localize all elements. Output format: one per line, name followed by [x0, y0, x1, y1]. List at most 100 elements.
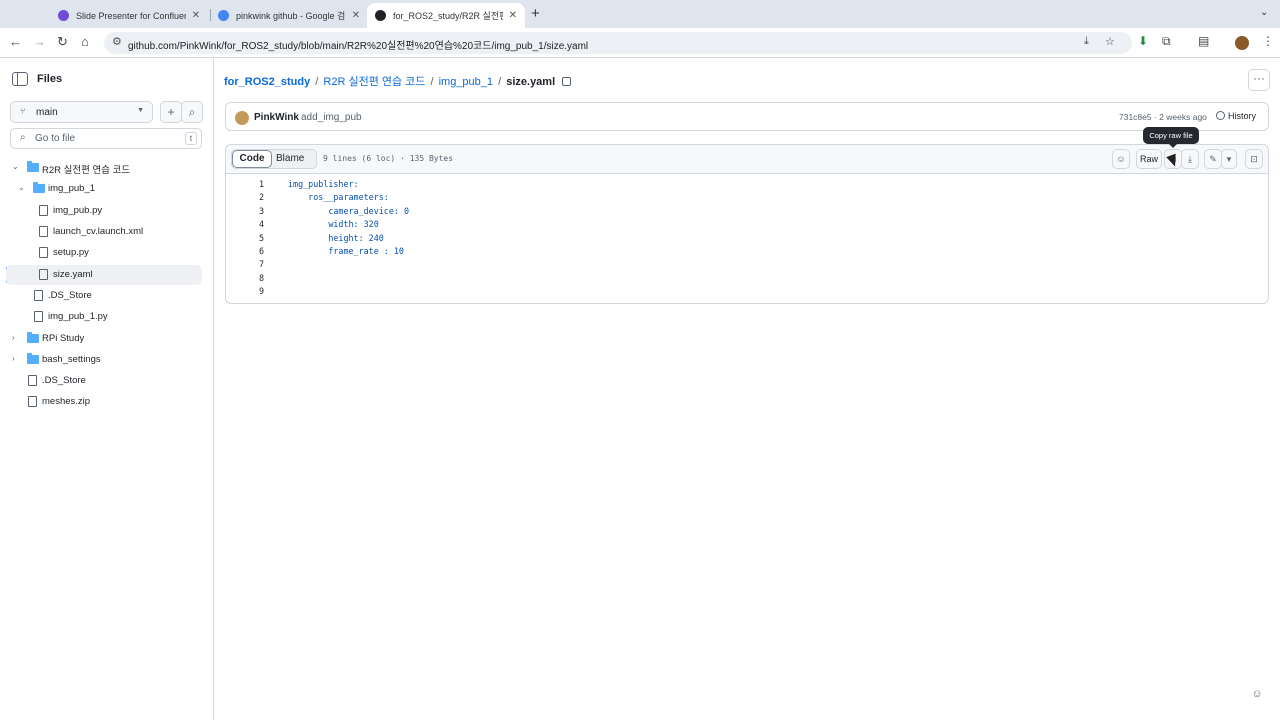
- go-to-file-input[interactable]: ⌕ Go to file t: [10, 128, 202, 149]
- breadcrumb-separator: /: [315, 76, 319, 88]
- tab-title: for_ROS2_study/R2R 실전편 연: [393, 11, 503, 21]
- copy-path-icon[interactable]: [562, 77, 572, 86]
- chevron-down-icon[interactable]: ⌄: [18, 183, 25, 192]
- download-raw-file-icon[interactable]: ⤓: [1181, 149, 1199, 169]
- tree-file-ds-store-root[interactable]: .DS_Store: [6, 371, 202, 391]
- extensions-icon[interactable]: ⧉: [1162, 34, 1171, 49]
- site-info-icon[interactable]: ⚙: [112, 35, 122, 48]
- line-number[interactable]: 8: [244, 273, 264, 283]
- line-number[interactable]: 6: [244, 246, 264, 256]
- tree-item-label: bash_settings: [42, 354, 101, 365]
- copilot-icon[interactable]: ☺: [1112, 149, 1130, 169]
- folder-icon: [27, 353, 39, 364]
- line-number[interactable]: 5: [244, 233, 264, 243]
- breadcrumb-folder-link[interactable]: R2R 실전편 연습 코드: [323, 76, 425, 88]
- edit-pencil-icon[interactable]: ✎: [1204, 149, 1222, 169]
- folder-icon: [33, 182, 45, 193]
- tree-file-img-pub-1-py[interactable]: img_pub_1.py: [6, 307, 202, 327]
- breadcrumb-folder-link[interactable]: img_pub_1: [439, 76, 493, 88]
- browser-menu-icon[interactable]: ⋮: [1262, 34, 1274, 48]
- code-text: frame_rate : 10: [288, 246, 404, 256]
- tab-title: pinkwink github - Google 검색: [236, 11, 346, 21]
- browser-tab-2[interactable]: pinkwink github - Google 검색 ✕: [210, 3, 368, 28]
- tree-file-ds-store[interactable]: .DS_Store: [6, 286, 202, 306]
- tree-folder-bash-settings[interactable]: › bash_settings: [6, 350, 202, 370]
- close-tab-icon[interactable]: ✕: [509, 10, 517, 21]
- tree-file-meshes-zip[interactable]: meshes.zip: [6, 392, 202, 412]
- code-line: 8: [226, 273, 1266, 286]
- search-icon: ⌕: [20, 132, 26, 143]
- tree-item-label: setup.py: [53, 247, 89, 258]
- symbols-panel-icon[interactable]: ⊡: [1245, 149, 1263, 169]
- branch-selector[interactable]: ⑂ main ▼: [10, 101, 153, 123]
- raw-button[interactable]: Raw: [1136, 149, 1162, 169]
- tree-file-img-pub-py[interactable]: img_pub.py: [6, 201, 202, 221]
- tree-item-label: size.yaml: [53, 269, 93, 280]
- line-number[interactable]: 4: [244, 219, 264, 229]
- tree-folder-r2r[interactable]: ⌄ R2R 실전편 연습 코드: [6, 158, 202, 178]
- tab-search-chevron-icon[interactable]: ⌄: [1260, 7, 1268, 18]
- file-tree-sidebar: Files ⑂ main ▼ + ⌕ ⌕ Go to file t ⌄ R2R …: [0, 59, 214, 720]
- history-button[interactable]: History: [1216, 111, 1256, 121]
- file-icon: [39, 226, 48, 237]
- collapse-panel-icon[interactable]: [12, 72, 28, 86]
- file-icon: [39, 205, 48, 216]
- commit-meta[interactable]: 731c8e5 · 2 weeks ago: [1119, 112, 1207, 122]
- tab-blame[interactable]: Blame: [276, 153, 304, 164]
- tree-folder-img-pub-1[interactable]: ⌄ img_pub_1: [6, 179, 202, 199]
- back-icon[interactable]: ←: [9, 34, 22, 49]
- tree-item-label: img_pub.py: [53, 205, 103, 216]
- tab-title: Slide Presenter for Confluenc: [76, 10, 186, 21]
- line-number[interactable]: 3: [244, 206, 264, 216]
- commit-author[interactable]: PinkWink: [254, 112, 299, 123]
- home-icon[interactable]: ⌂: [81, 34, 89, 49]
- line-number[interactable]: 7: [244, 259, 264, 269]
- tree-item-label: .DS_Store: [42, 375, 86, 386]
- google-favicon-icon: [218, 10, 229, 21]
- side-panel-icon[interactable]: ▤: [1198, 34, 1209, 48]
- commit-message[interactable]: add_img_pub: [301, 112, 362, 123]
- line-number[interactable]: 2: [244, 192, 264, 202]
- tree-file-launch-cv[interactable]: launch_cv.launch.xml: [6, 222, 202, 242]
- close-tab-icon[interactable]: ✕: [352, 10, 360, 21]
- profile-avatar[interactable]: [1235, 36, 1249, 50]
- tree-folder-rpi-study[interactable]: › RPi Study: [6, 329, 202, 349]
- tree-file-setup-py[interactable]: setup.py: [6, 243, 202, 263]
- history-label: History: [1228, 111, 1257, 121]
- tree-item-label: meshes.zip: [42, 396, 91, 407]
- browser-tab-bar: Slide Presenter for Confluenc ✕ pinkwink…: [0, 0, 1280, 28]
- add-file-button[interactable]: +: [160, 101, 182, 123]
- new-tab-icon[interactable]: +: [531, 5, 540, 22]
- author-avatar[interactable]: [235, 111, 249, 125]
- url-bar[interactable]: ⚙ github.com/PinkWink/for_ROS2_study/blo…: [104, 32, 1132, 54]
- search-button[interactable]: ⌕: [181, 101, 203, 123]
- tab-code[interactable]: Code: [232, 150, 272, 168]
- browser-tab-3[interactable]: for_ROS2_study/R2R 실전편 연 ✕: [367, 3, 525, 28]
- download-icon[interactable]: ⬇: [1138, 34, 1148, 48]
- code-line: 7: [226, 259, 1266, 272]
- tree-item-label: RPi Study: [42, 333, 85, 344]
- edit-dropdown-chevron-icon[interactable]: ▾: [1221, 149, 1237, 169]
- line-number[interactable]: 1: [244, 179, 264, 189]
- more-options-button[interactable]: ···: [1248, 69, 1270, 91]
- chevron-right-icon[interactable]: ›: [12, 354, 15, 363]
- reload-icon[interactable]: ↻: [57, 34, 68, 50]
- forward-icon[interactable]: →: [33, 34, 46, 49]
- url-text[interactable]: github.com/PinkWink/for_ROS2_study/blob/…: [128, 37, 588, 52]
- tree-item-label: R2R 실전편 연습 코드: [42, 165, 131, 176]
- tree-file-size-yaml[interactable]: size.yaml: [6, 265, 202, 285]
- copy-raw-file-tooltip: Copy raw file: [1143, 127, 1199, 148]
- browser-tab-1[interactable]: Slide Presenter for Confluenc ✕: [50, 3, 208, 28]
- line-number[interactable]: 9: [244, 286, 264, 296]
- bookmark-star-icon[interactable]: ☆: [1105, 35, 1115, 48]
- breadcrumb-repo-link[interactable]: for_ROS2_study: [224, 76, 310, 88]
- copilot-chat-icon[interactable]: ☺: [1248, 688, 1266, 704]
- view-toggle: Code Blame: [231, 149, 317, 169]
- chevron-down-icon[interactable]: ⌄: [12, 162, 19, 171]
- install-app-icon[interactable]: ⤓: [1084, 35, 1089, 48]
- code-line: 4 width: 320: [226, 219, 1266, 232]
- chevron-right-icon[interactable]: ›: [12, 333, 15, 342]
- tree-item-label: launch_cv.launch.xml: [53, 226, 144, 237]
- close-tab-icon[interactable]: ✕: [192, 10, 200, 21]
- github-favicon-icon: [375, 10, 386, 21]
